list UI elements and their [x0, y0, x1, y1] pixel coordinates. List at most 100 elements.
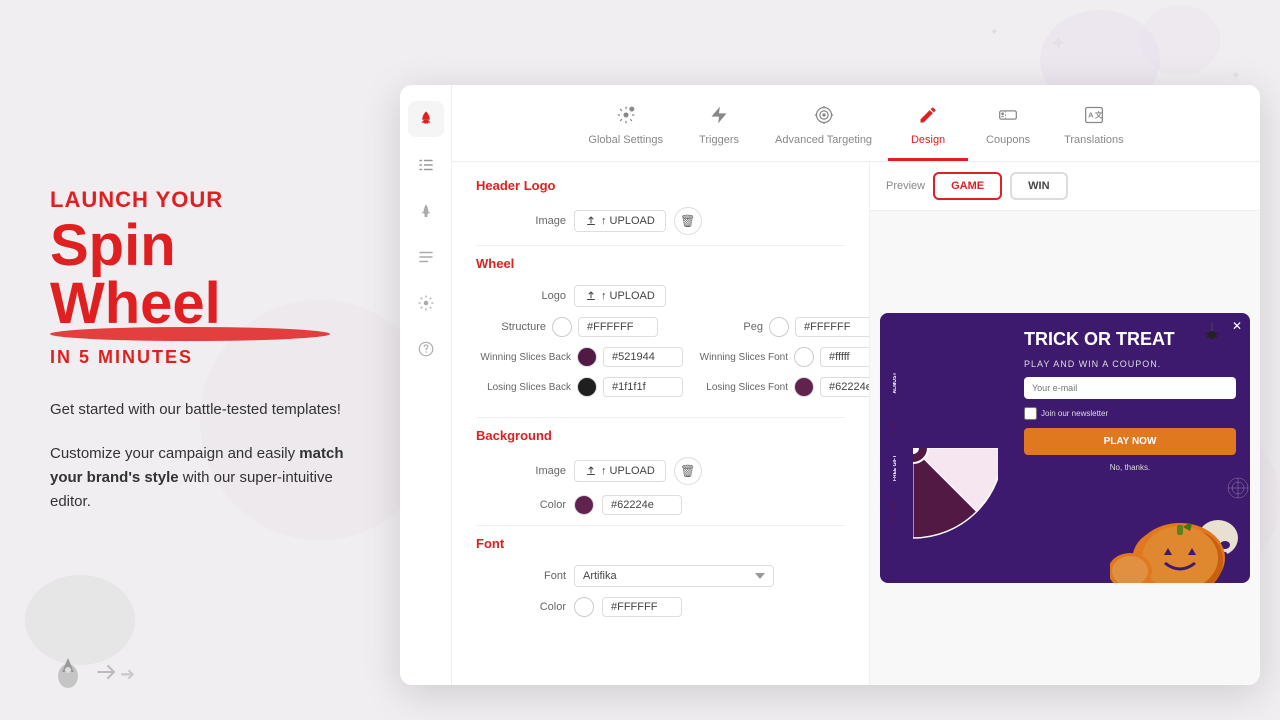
- losing-slices-font-input[interactable]: [820, 377, 870, 397]
- winning-slices-back-input[interactable]: [603, 347, 683, 367]
- svg-text:NOPE: NOPE: [893, 420, 898, 435]
- font-color-input[interactable]: [602, 597, 682, 617]
- font-color-swatch[interactable]: [574, 597, 594, 617]
- peg-hex-input[interactable]: [795, 317, 870, 337]
- preview-canvas: ✕: [870, 211, 1260, 685]
- bg-upload-button[interactable]: ↑ UPLOAD: [574, 460, 666, 482]
- popup-play-button[interactable]: PLAY NOW: [1024, 428, 1236, 455]
- global-settings-icon: [616, 105, 636, 130]
- peg-field: Peg: [693, 317, 870, 337]
- content-area: Header Logo Image ↑ UPLOAD 🗑 Wheel Logo: [452, 162, 1260, 685]
- font-color-row: Color: [476, 597, 845, 617]
- popup-preview: ✕: [880, 313, 1250, 583]
- bg-color-label: Color: [476, 499, 566, 511]
- settings-panel: Header Logo Image ↑ UPLOAD 🗑 Wheel Logo: [452, 162, 870, 685]
- tab-global-settings[interactable]: Global Settings: [572, 97, 679, 161]
- wheel-logo-row: Logo ↑ UPLOAD: [476, 285, 845, 307]
- triggers-icon: [709, 105, 729, 130]
- winning-slices-back-label: Winning Slices Back: [476, 352, 571, 363]
- wheel-logo-upload-button[interactable]: ↑ UPLOAD: [574, 285, 666, 307]
- structure-hex-input[interactable]: [578, 317, 658, 337]
- bg-image-label: Image: [476, 465, 566, 477]
- header-logo-upload-button[interactable]: ↑ UPLOAD: [574, 210, 666, 232]
- app-container: Global Settings Triggers: [400, 85, 1260, 685]
- tab-advanced-targeting-label: Advanced Targeting: [775, 134, 872, 146]
- popup-close-icon[interactable]: ✕: [1232, 319, 1242, 333]
- popup-email-input[interactable]: [1024, 377, 1236, 399]
- header-logo-image-row: Image ↑ UPLOAD 🗑: [476, 207, 845, 235]
- winning-slices-back-swatch[interactable]: [577, 347, 597, 367]
- structure-color-swatch[interactable]: [552, 317, 572, 337]
- svg-text:文: 文: [1095, 110, 1103, 120]
- rocket-bottom-icon: [50, 654, 116, 690]
- bg-delete-button[interactable]: 🗑: [674, 457, 702, 485]
- win-preview-button[interactable]: WIN: [1010, 172, 1067, 200]
- winning-slices-font-swatch[interactable]: [794, 347, 814, 367]
- font-section-title: Font: [476, 536, 845, 551]
- header-logo-delete-button[interactable]: 🗑: [674, 207, 702, 235]
- preview-header: Preview GAME WIN: [870, 162, 1260, 211]
- structure-field: Structure: [476, 317, 683, 337]
- winning-slices-back-field: Winning Slices Back: [476, 347, 683, 367]
- sidebar-icon-list[interactable]: [408, 239, 444, 275]
- losing-slices-back-input[interactable]: [603, 377, 683, 397]
- tab-coupons[interactable]: Coupons: [968, 97, 1048, 161]
- tab-translations[interactable]: A 文 Translations: [1048, 97, 1140, 161]
- svg-text:A: A: [1088, 111, 1094, 120]
- sidebar-icon-settings[interactable]: [408, 147, 444, 183]
- popup-newsletter-checkbox[interactable]: [1024, 407, 1037, 420]
- winning-slices-font-field: Winning Slices Font: [693, 347, 870, 367]
- preview-label: Preview: [886, 180, 925, 192]
- sidebar-icon-rocket[interactable]: [408, 101, 444, 137]
- svg-text:TRY AGAIN: TRY AGAIN: [893, 499, 898, 526]
- spin-wheel-title: Spin Wheel: [50, 217, 360, 333]
- desc1: Get started with our battle-tested templ…: [50, 398, 360, 422]
- tab-design[interactable]: Design: [888, 97, 968, 161]
- in-5-minutes-text: IN 5 MINUTES: [50, 347, 360, 368]
- sidebar-icon-help[interactable]: [408, 331, 444, 367]
- tab-global-settings-label: Global Settings: [588, 134, 663, 146]
- coupons-icon: [998, 105, 1018, 130]
- popup-wheel-area: FREE GIFT NOPE ALMOST 25% OFF: [880, 313, 1010, 583]
- tab-triggers[interactable]: Triggers: [679, 97, 759, 161]
- peg-label: Peg: [693, 321, 763, 333]
- bg-color-row: Color: [476, 495, 845, 515]
- wheel-section-title: Wheel: [476, 256, 845, 271]
- tab-navigation: Global Settings Triggers: [452, 85, 1260, 162]
- tab-translations-label: Translations: [1064, 134, 1124, 146]
- launch-your-text: LAUNCH YOUR: [50, 187, 360, 213]
- popup-newsletter: Join our newsletter: [1024, 407, 1236, 420]
- losing-slices-back-swatch[interactable]: [577, 377, 597, 397]
- structure-label: Structure: [476, 321, 546, 333]
- game-preview-button[interactable]: GAME: [933, 172, 1002, 200]
- popup-subtitle: PLAY AND WIN A COUPON.: [1024, 359, 1236, 369]
- sidebar-icon-rocket2[interactable]: [408, 193, 444, 229]
- popup-newsletter-label: Join our newsletter: [1041, 409, 1108, 418]
- advanced-targeting-icon: [814, 105, 834, 130]
- main-content: Global Settings Triggers: [452, 85, 1260, 685]
- image-label: Image: [476, 215, 566, 227]
- bg-color-input[interactable]: [602, 495, 682, 515]
- bg-image-row: Image ↑ UPLOAD 🗑: [476, 457, 845, 485]
- font-label: Font: [476, 570, 566, 582]
- font-select[interactable]: Artifika Arial Roboto Open Sans Montserr…: [574, 565, 774, 587]
- background-section-title: Background: [476, 428, 845, 443]
- preview-area: Preview GAME WIN ✕: [870, 162, 1260, 685]
- losing-slices-font-swatch[interactable]: [794, 377, 814, 397]
- pumpkin-decoration: [1110, 453, 1250, 583]
- tab-advanced-targeting[interactable]: Advanced Targeting: [759, 97, 888, 161]
- sidebar-icon-gear[interactable]: [408, 285, 444, 321]
- winning-slices-font-input[interactable]: [820, 347, 870, 367]
- tab-design-label: Design: [911, 134, 945, 146]
- peg-color-swatch[interactable]: [769, 317, 789, 337]
- upload-label: ↑ UPLOAD: [601, 215, 655, 227]
- wheel-upload-label: ↑ UPLOAD: [601, 290, 655, 302]
- logo-label: Logo: [476, 290, 566, 302]
- spin-wheel-underline: [50, 327, 330, 341]
- svg-text:✦: ✦: [1050, 33, 1067, 55]
- svg-text:ALMOST: ALMOST: [893, 372, 898, 393]
- bg-color-swatch[interactable]: [574, 495, 594, 515]
- svg-text:FREE GIFT: FREE GIFT: [955, 393, 987, 410]
- translations-icon: A 文: [1084, 105, 1104, 130]
- svg-text:✦: ✦: [990, 27, 998, 38]
